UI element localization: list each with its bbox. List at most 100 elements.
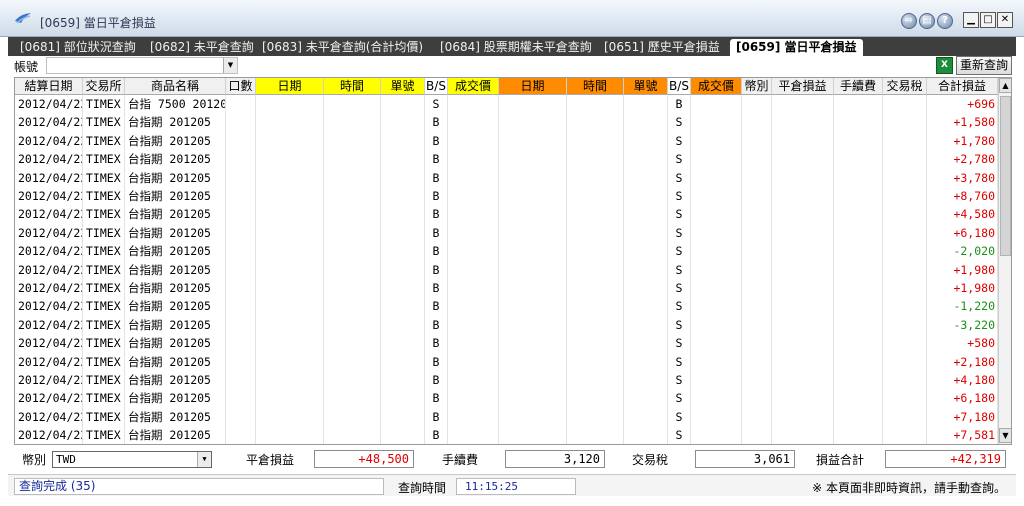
table-row[interactable]: 2012/04/23 TIMEX 台指期 201205 B S +4,180 <box>15 371 998 390</box>
tab-0684[interactable]: [0684] 股票期權未平倉查詢 <box>440 39 592 56</box>
maximize-button[interactable]: □ <box>980 12 996 28</box>
empty-cell <box>324 205 381 224</box>
table-row[interactable]: 2012/04/23 TIMEX 台指期 201205 B S +2,780 <box>15 150 998 169</box>
table-row[interactable]: 2012/04/23 TIMEX 台指期 201205 B S +4,580 <box>15 205 998 224</box>
scroll-down-icon[interactable]: ▼ <box>999 428 1011 443</box>
table-row[interactable]: 2012/04/23 TIMEX 台指期 201205 B S +1,780 <box>15 131 998 151</box>
tab-0659[interactable]: [0659] 當日平倉損益 <box>730 39 863 56</box>
empty-cell <box>381 223 425 243</box>
scroll-up-icon[interactable]: ▲ <box>999 78 1011 93</box>
table-row[interactable]: 2012/04/23 TIMEX 台指期 201205 B S +1,580 <box>15 113 998 132</box>
empty-cell <box>499 315 567 335</box>
empty-cell <box>883 242 927 261</box>
column-header[interactable]: 交易所 <box>83 78 125 95</box>
minimize-button[interactable]: ▁ <box>963 12 979 28</box>
total-pl-value: +42,319 <box>885 450 1006 468</box>
empty-cell <box>834 205 883 224</box>
vertical-scrollbar[interactable]: ▲ ▼ <box>998 78 1011 444</box>
tab-0682[interactable]: [0682] 未平倉查詢 <box>150 39 254 56</box>
empty-cell <box>448 95 499 114</box>
currency-select[interactable]: TWD ▼ <box>52 451 212 468</box>
table-row[interactable]: 2012/04/23 TIMEX 台指期 201205 B S +580 <box>15 334 998 353</box>
tab-0681[interactable]: [0681] 部位狀況查詢 <box>20 39 136 56</box>
table-row[interactable]: 2012/04/23 TIMEX 台指期 201205 B S -3,220 <box>15 315 998 335</box>
empty-cell <box>448 426 499 444</box>
column-header[interactable]: 商品名稱 <box>125 78 226 95</box>
table-row[interactable]: 2012/04/23 TIMEX 台指期 201205 B S +6,180 <box>15 223 998 243</box>
table-row[interactable]: 2012/04/23 TIMEX 台指期 201205 B S +1,980 <box>15 260 998 279</box>
exit-bs-cell: S <box>668 113 691 132</box>
chevron-down-icon[interactable]: ▼ <box>197 452 211 467</box>
empty-cell <box>226 205 256 224</box>
table-row[interactable]: 2012/04/23 TIMEX 台指期 201205 B S -1,220 <box>15 297 998 316</box>
column-header[interactable]: 單號 <box>624 78 668 95</box>
print-icon[interactable]: ▤ <box>919 13 935 29</box>
table-row[interactable]: 2012/04/23 TIMEX 台指 7500 201205 S B +696 <box>15 95 998 114</box>
query-time-label: 查詢時間 <box>398 481 447 495</box>
chevron-down-icon[interactable]: ▼ <box>223 58 237 73</box>
column-header[interactable]: B/S <box>425 78 448 95</box>
table-row[interactable]: 2012/04/23 TIMEX 台指期 201205 B S +8,760 <box>15 187 998 206</box>
column-header[interactable]: 幣別 <box>742 78 772 95</box>
empty-cell <box>834 426 883 444</box>
column-header[interactable]: 交易稅 <box>883 78 927 95</box>
column-header[interactable]: 口數 <box>226 78 256 95</box>
account-select[interactable]: ▼ <box>46 57 238 74</box>
exchange-cell: TIMEX <box>83 150 125 169</box>
empty-cell <box>567 260 624 279</box>
table-row[interactable]: 2012/04/23 TIMEX 台指期 201205 B S +3,780 <box>15 168 998 187</box>
exchange-cell: TIMEX <box>83 334 125 353</box>
excel-export-icon[interactable]: X <box>936 57 953 74</box>
table-row[interactable]: 2012/04/23 TIMEX 台指期 201205 B S +2,180 <box>15 352 998 371</box>
column-header[interactable]: 手續費 <box>834 78 883 95</box>
table-row[interactable]: 2012/04/23 TIMEX 台指期 201205 B S +1,980 <box>15 279 998 298</box>
table-row[interactable]: 2012/04/23 TIMEX 台指期 201205 B S +7,581 <box>15 426 998 444</box>
empty-cell <box>834 187 883 206</box>
empty-cell <box>226 187 256 206</box>
refresh-button[interactable]: 重新查詢 <box>956 56 1012 75</box>
column-header[interactable]: B/S <box>668 78 691 95</box>
empty-cell <box>256 205 324 224</box>
empty-cell <box>742 187 772 206</box>
column-header[interactable]: 時間 <box>324 78 381 95</box>
column-header[interactable]: 平倉損益 <box>772 78 834 95</box>
empty-cell <box>256 334 324 353</box>
settle-date-cell: 2012/04/23 <box>15 389 83 408</box>
column-header[interactable]: 合計損益 <box>927 78 998 95</box>
pl-table: 結算日期 交易所 商品名稱 口數 日期 時間 單號 B/S 成交價 日期 時間 單號 B/S 成交價 幣別平… <box>14 77 1012 445</box>
table-row[interactable]: 2012/04/23 TIMEX 台指期 201205 B S +7,180 <box>15 407 998 427</box>
column-header[interactable]: 日期 <box>499 78 567 95</box>
entry-bs-cell: B <box>425 315 448 335</box>
table-row[interactable]: 2012/04/23 TIMEX 台指期 201205 B S -2,020 <box>15 242 998 261</box>
empty-cell <box>324 297 381 316</box>
empty-cell <box>226 279 256 298</box>
empty-cell <box>448 205 499 224</box>
empty-cell <box>324 131 381 151</box>
empty-cell <box>567 205 624 224</box>
column-header[interactable]: 結算日期 <box>15 78 83 95</box>
empty-cell <box>567 168 624 187</box>
tab-0683[interactable]: [0683] 未平倉查詢(合計均價) <box>262 39 423 56</box>
empty-cell <box>834 297 883 316</box>
column-header[interactable]: 時間 <box>567 78 624 95</box>
product-name-cell: 台指期 201205 <box>125 352 226 371</box>
empty-cell <box>226 242 256 261</box>
table-row[interactable]: 2012/04/23 TIMEX 台指期 201205 B S +6,180 <box>15 389 998 408</box>
scroll-thumb[interactable] <box>1000 96 1011 256</box>
empty-cell <box>381 150 425 169</box>
export-icon[interactable]: ⇨ <box>901 13 917 29</box>
empty-cell <box>772 113 834 132</box>
column-header[interactable]: 成交價 <box>448 78 499 95</box>
column-header[interactable]: 成交價 <box>691 78 742 95</box>
entry-bs-cell: B <box>425 168 448 187</box>
column-header[interactable]: 單號 <box>381 78 425 95</box>
product-name-cell: 台指期 201205 <box>125 150 226 169</box>
column-header[interactable]: 日期 <box>256 78 324 95</box>
settle-date-cell: 2012/04/23 <box>15 205 83 224</box>
close-button[interactable]: ✕ <box>997 12 1013 28</box>
empty-cell <box>256 352 324 371</box>
tab-0651[interactable]: [0651] 歷史平倉損益 <box>604 39 720 56</box>
help-icon[interactable]: ? <box>937 13 953 29</box>
product-name-cell: 台指期 201205 <box>125 223 226 243</box>
empty-cell <box>691 297 742 316</box>
